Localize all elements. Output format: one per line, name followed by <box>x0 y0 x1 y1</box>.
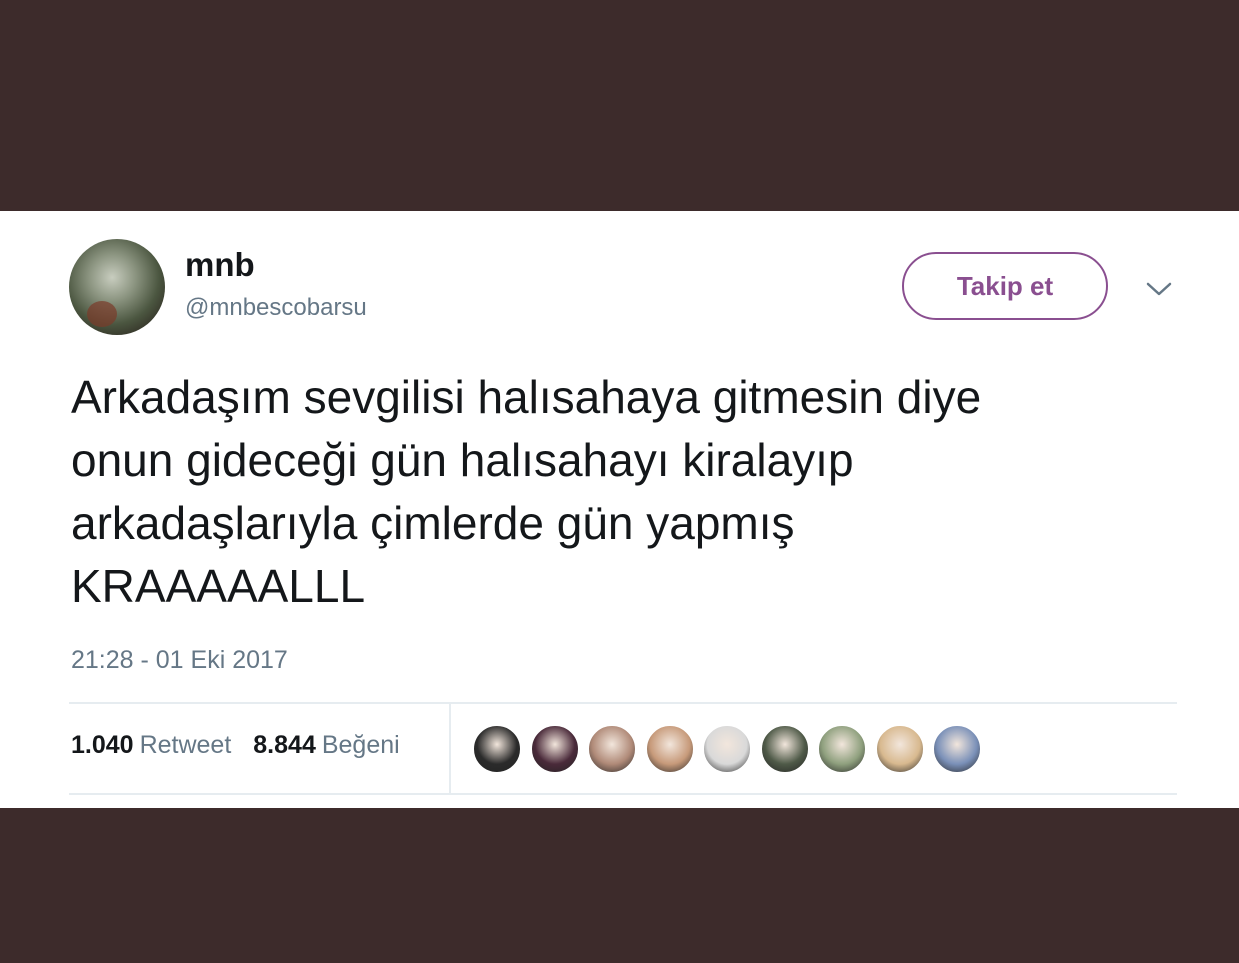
divider <box>69 702 1177 704</box>
liker-avatar[interactable] <box>817 724 867 774</box>
liker-avatar[interactable] <box>472 724 522 774</box>
user-handle[interactable]: @mnbescobarsu <box>185 294 367 322</box>
tweet-timestamp[interactable]: 21:28 - 01 Eki 2017 <box>71 646 288 675</box>
liker-avatar[interactable] <box>759 724 810 774</box>
tweet-text: Arkadaşım sevgilisi halısahaya gitmesin … <box>71 371 982 612</box>
chevron-down-icon[interactable] <box>1142 277 1176 301</box>
like-count[interactable]: 8.844 <box>253 731 316 759</box>
retweet-count[interactable]: 1.040 <box>71 731 134 759</box>
tweet-card: mnb @mnbescobarsu Takip et Arkadaşım sev… <box>0 211 1239 808</box>
retweet-label[interactable]: Retweet <box>140 731 232 759</box>
display-name[interactable]: mnb <box>185 246 255 284</box>
liker-avatar[interactable] <box>932 724 982 774</box>
tweet-stats: 1.040 Retweet 8.844 Beğeni <box>71 731 422 760</box>
like-label[interactable]: Beğeni <box>322 731 400 759</box>
liker-avatar[interactable] <box>702 724 752 774</box>
liker-avatar[interactable] <box>587 724 637 774</box>
liker-avatar[interactable] <box>529 724 580 774</box>
liker-avatar[interactable] <box>644 724 695 774</box>
stats-separator <box>449 704 451 793</box>
bottom-dark-band <box>0 808 1239 963</box>
liker-avatar[interactable] <box>874 724 925 774</box>
top-dark-band <box>0 0 1239 211</box>
follow-button[interactable]: Takip et <box>902 252 1108 320</box>
divider <box>69 793 1177 795</box>
avatar[interactable] <box>69 239 165 335</box>
